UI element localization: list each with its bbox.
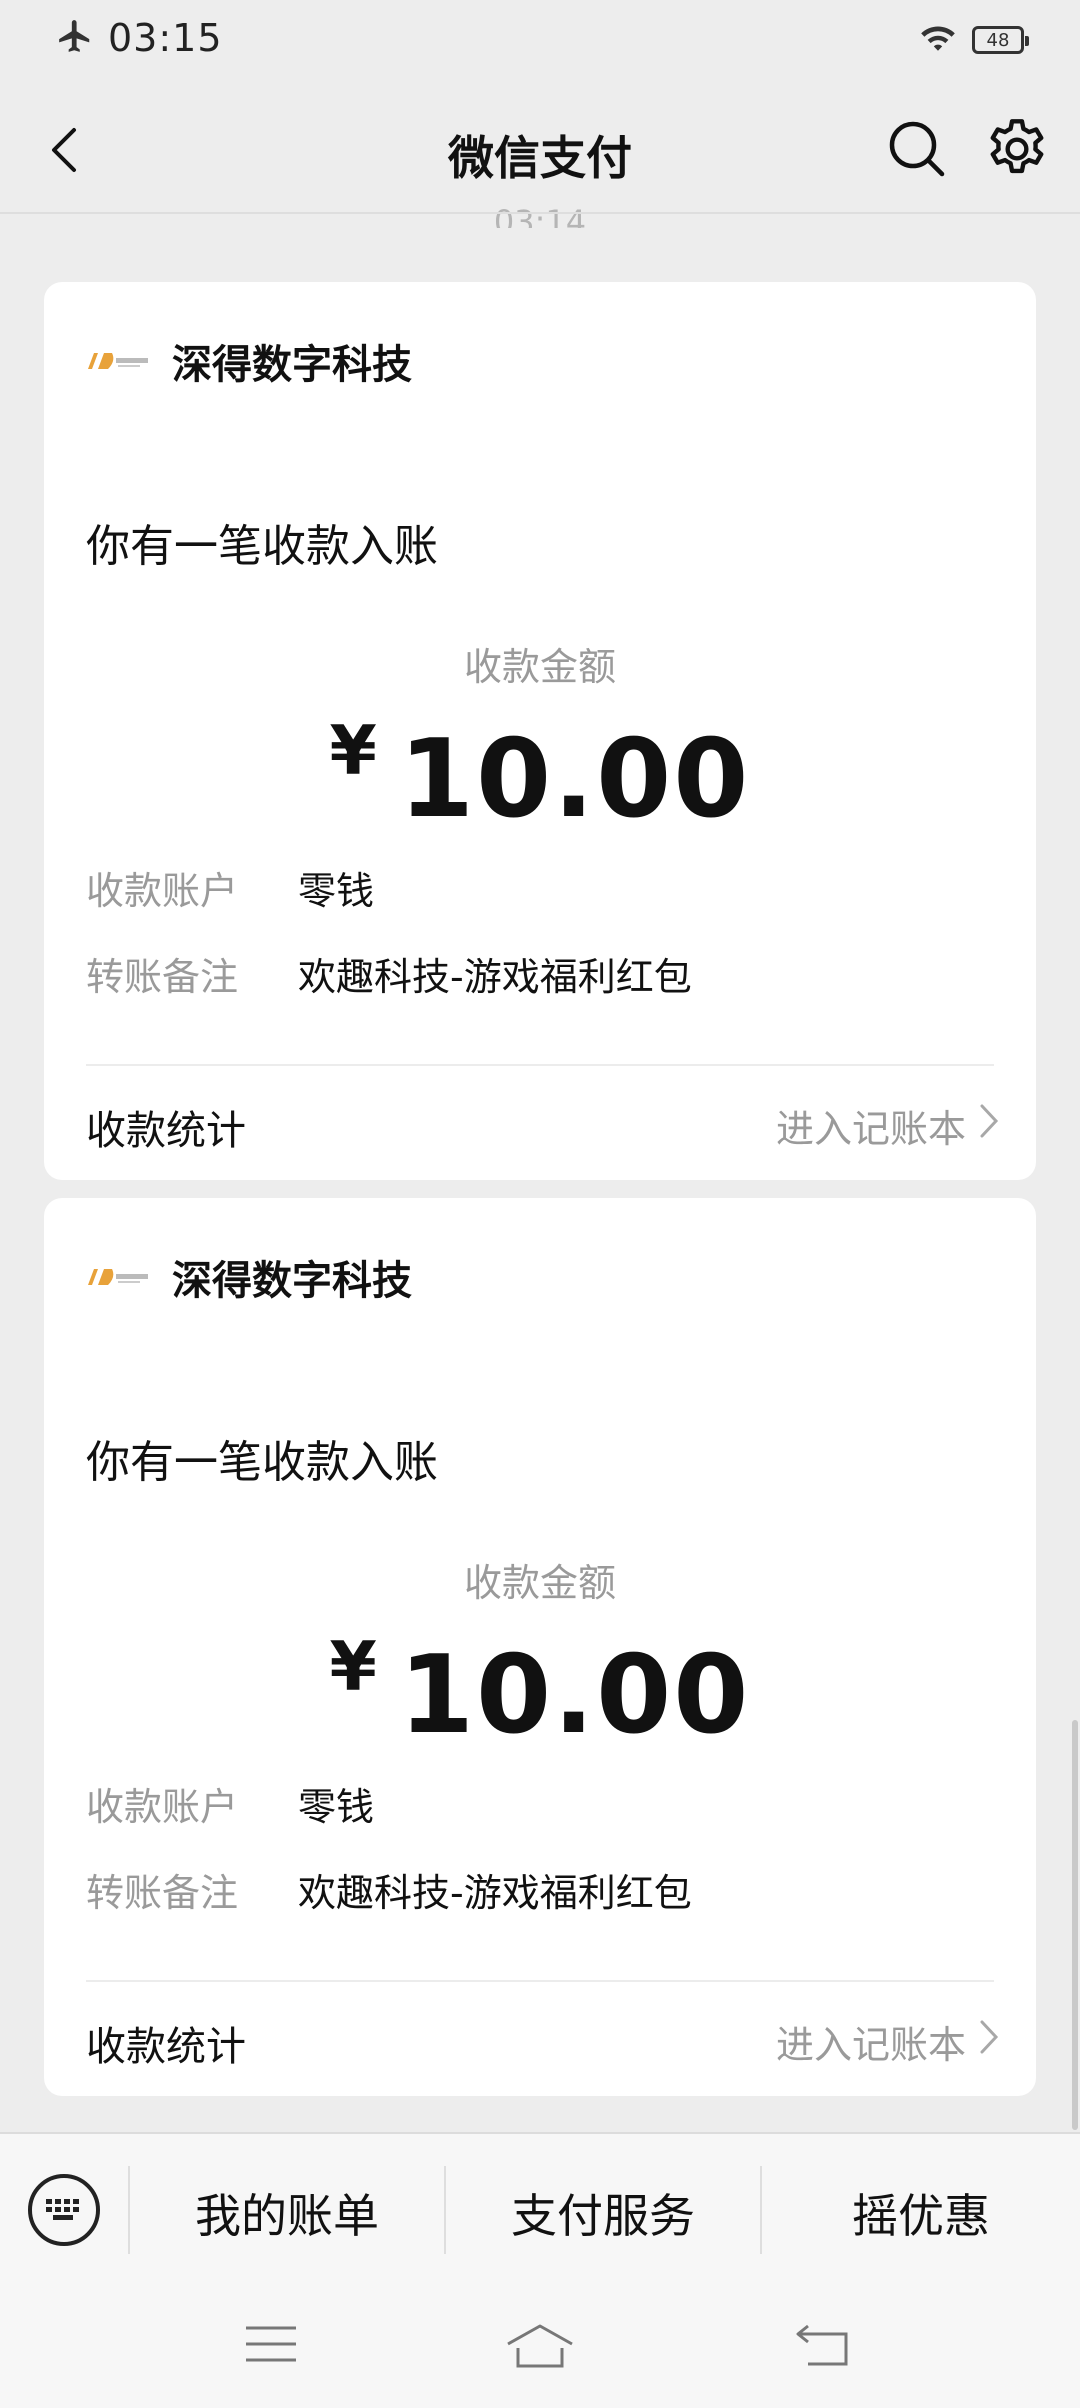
account-key: 收款账户	[86, 869, 239, 913]
remark-row: 转账备注 欢趣科技-游戏福利红包	[86, 946, 692, 1001]
menu-my-bills[interactable]: 我的账单	[130, 2180, 444, 2246]
currency-symbol: ¥	[329, 712, 379, 791]
stats-label: 收款统计	[86, 2024, 246, 2070]
remark-key: 转账备注	[86, 1871, 239, 1915]
status-bar: 03:15 48	[0, 0, 1080, 84]
chevron-right-icon	[978, 2018, 1000, 2065]
ledger-link-label: 进入记账本	[775, 1107, 966, 1151]
system-nav-bar	[0, 2286, 1080, 2408]
ledger-link[interactable]: 进入记账本	[776, 1098, 1000, 1153]
nav-divider	[0, 212, 1080, 214]
account-key: 收款账户	[86, 1785, 239, 1829]
account-row: 收款账户 零钱	[86, 1776, 374, 1831]
card-headline: 你有一笔收款入账	[86, 1437, 438, 1488]
remark-value: 欢趣科技-游戏福利红包	[298, 1871, 692, 1915]
card-headline: 你有一笔收款入账	[86, 521, 438, 572]
amount-value: ¥10.00	[44, 1628, 1036, 1758]
amount-number: 10.00	[398, 717, 751, 842]
back-return-icon[interactable]	[796, 2322, 852, 2368]
status-time: 03:15	[108, 16, 223, 60]
menu-shake-deals[interactable]: 摇优惠	[762, 2180, 1080, 2246]
amount-number: 10.00	[398, 1633, 751, 1758]
ledger-link[interactable]: 进入记账本	[776, 2014, 1000, 2069]
amount-label: 收款金额	[463, 1561, 616, 1605]
merchant-logo	[86, 349, 150, 373]
menu-lines-icon[interactable]	[244, 2322, 298, 2366]
chevron-right-icon	[978, 1102, 1000, 1149]
bottom-menu: 我的账单 支付服务 摇优惠	[0, 2132, 1080, 2286]
payment-card[interactable]: 深得数字科技 你有一笔收款入账 收款金额 ¥10.00 收款账户 零钱 转账备注…	[44, 1198, 1036, 2096]
remark-key: 转账备注	[86, 955, 239, 999]
ledger-link-label: 进入记账本	[775, 2023, 966, 2067]
remark-row: 转账备注 欢趣科技-游戏福利红包	[86, 1862, 692, 1917]
merchant-name: 深得数字科技	[172, 1258, 412, 1304]
merchant-header: 深得数字科技	[86, 1248, 412, 1306]
stats-label: 收款统计	[86, 1108, 246, 1154]
merchant-logo	[86, 1265, 150, 1289]
battery-level: 48	[986, 29, 1010, 51]
account-row: 收款账户 零钱	[86, 860, 374, 915]
currency-symbol: ¥	[329, 1628, 379, 1707]
card-divider	[86, 1064, 994, 1066]
gear-icon[interactable]	[982, 114, 1052, 184]
menu-pay-services[interactable]: 支付服务	[446, 2180, 760, 2246]
airplane-icon	[56, 17, 94, 59]
message-timestamp: 03:14	[493, 203, 587, 228]
payment-card[interactable]: 深得数字科技 你有一笔收款入账 收款金额 ¥10.00 收款账户 零钱 转账备注…	[44, 282, 1036, 1180]
amount-label: 收款金额	[463, 645, 616, 689]
account-value: 零钱	[298, 1785, 375, 1829]
keyboard-icon[interactable]	[28, 2174, 100, 2246]
home-icon[interactable]	[504, 2322, 576, 2370]
account-value: 零钱	[298, 869, 375, 913]
battery-icon: 48	[972, 26, 1029, 54]
merchant-name: 深得数字科技	[172, 342, 412, 388]
wifi-icon	[918, 22, 958, 58]
card-divider	[86, 1980, 994, 1982]
search-icon[interactable]	[884, 116, 950, 182]
merchant-header: 深得数字科技	[86, 332, 412, 390]
remark-value: 欢趣科技-游戏福利红包	[298, 955, 692, 999]
scrollbar[interactable]	[1072, 1720, 1078, 2130]
amount-value: ¥10.00	[44, 712, 1036, 842]
